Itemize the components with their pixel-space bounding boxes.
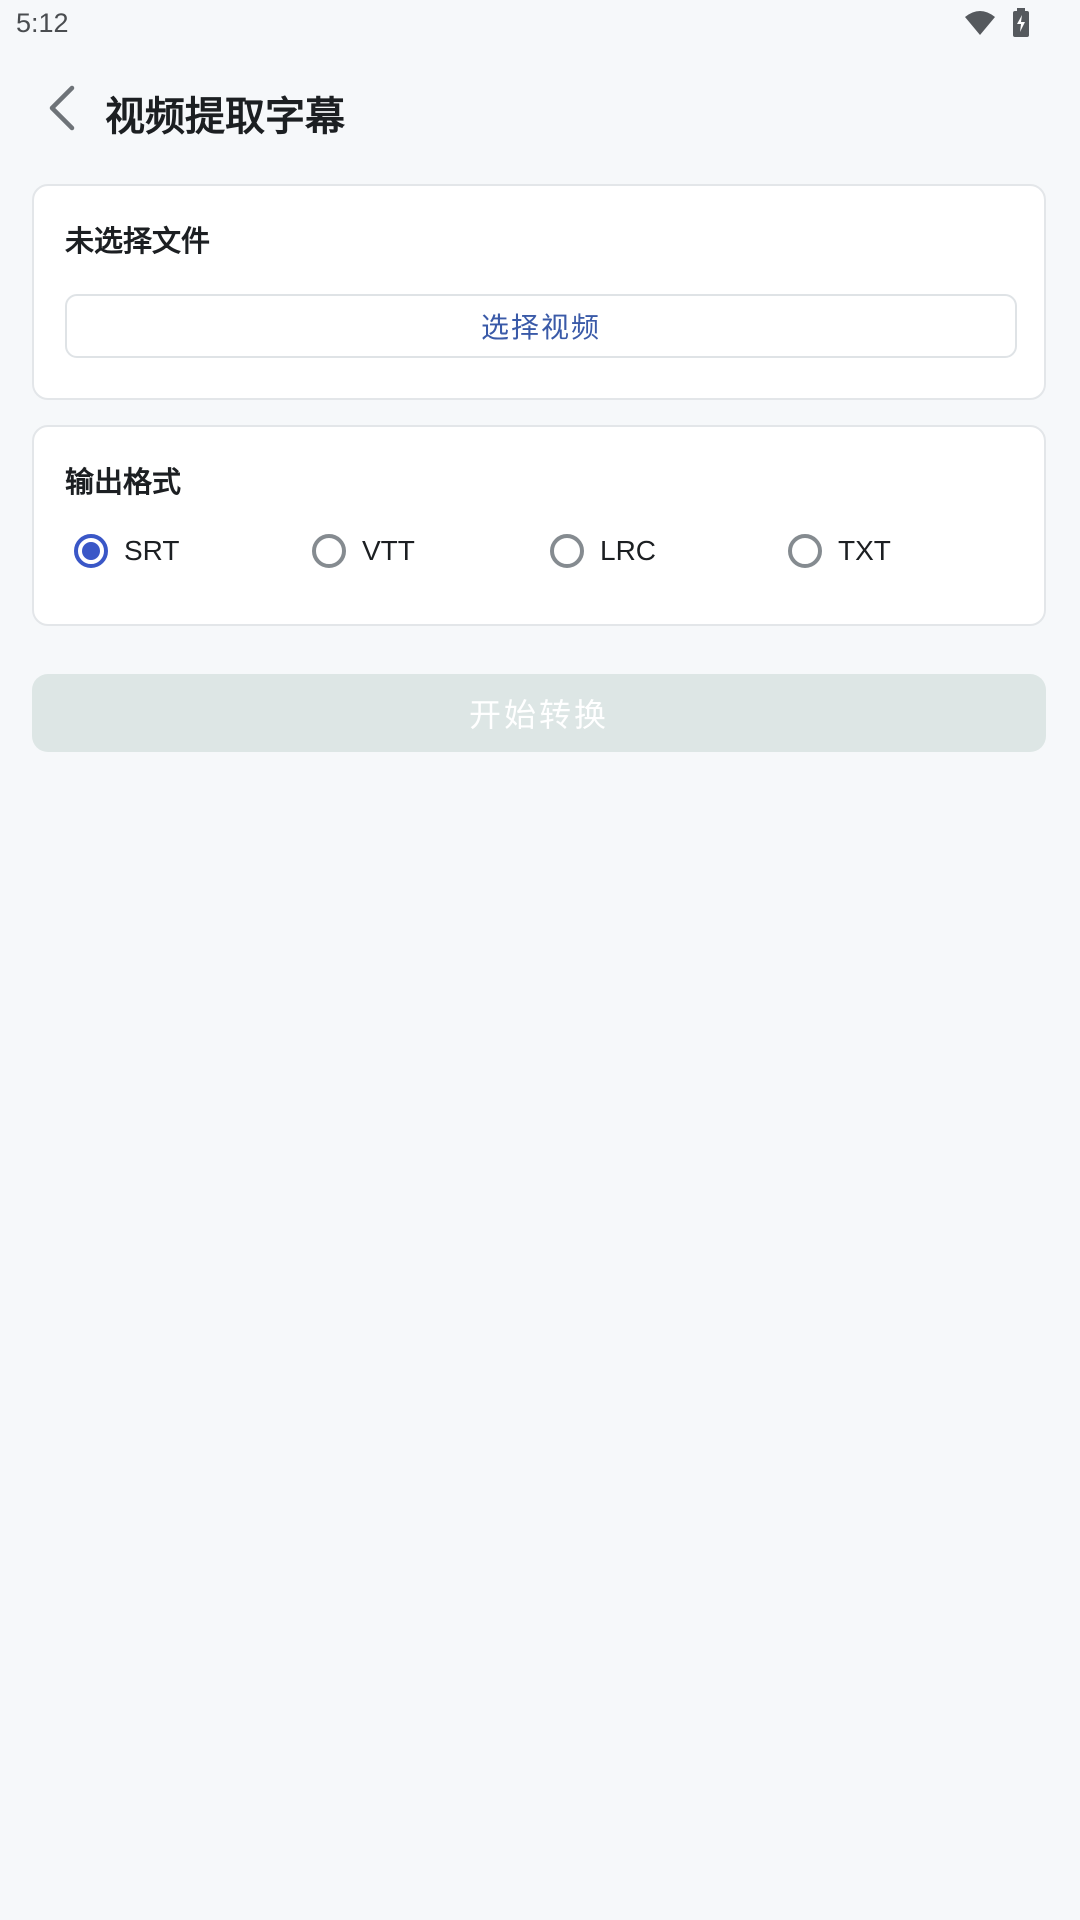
status-icons xyxy=(964,8,1030,42)
wifi-icon xyxy=(964,9,996,41)
file-status-text: 未选择文件 xyxy=(65,224,211,258)
radio-label-lrc: LRC xyxy=(600,535,657,566)
radio-option-txt[interactable]: TXT xyxy=(788,527,891,575)
back-button[interactable] xyxy=(36,80,88,140)
chevron-left-icon xyxy=(47,85,77,135)
radio-button-srt[interactable] xyxy=(74,534,108,568)
file-card: 未选择文件 选择视频 xyxy=(32,184,1046,400)
status-bar: 5:12 xyxy=(0,0,1080,50)
format-label: 输出格式 xyxy=(65,465,182,499)
start-conversion-button[interactable]: 开始转换 xyxy=(32,674,1046,752)
radio-label-srt: SRT xyxy=(124,535,180,566)
radio-button-txt[interactable] xyxy=(788,534,822,568)
battery-charging-icon xyxy=(1012,8,1030,42)
radio-button-vtt[interactable] xyxy=(312,534,346,568)
radio-option-srt[interactable]: SRT xyxy=(74,527,180,575)
format-card: 输出格式 SRT VTT LRC TXT xyxy=(32,425,1046,626)
radio-option-lrc[interactable]: LRC xyxy=(550,527,656,575)
radio-button-lrc[interactable] xyxy=(550,534,584,568)
radio-label-txt: TXT xyxy=(838,535,891,566)
select-video-button[interactable]: 选择视频 xyxy=(65,294,1017,358)
format-radio-group: SRT VTT LRC TXT xyxy=(74,527,1026,575)
status-time: 5:12 xyxy=(16,8,69,38)
page-title: 视频提取字幕 xyxy=(105,94,345,140)
app-bar: 视频提取字幕 xyxy=(0,60,1080,160)
radio-selected-dot xyxy=(82,542,100,560)
radio-label-vtt: VTT xyxy=(362,535,415,566)
radio-option-vtt[interactable]: VTT xyxy=(312,527,415,575)
